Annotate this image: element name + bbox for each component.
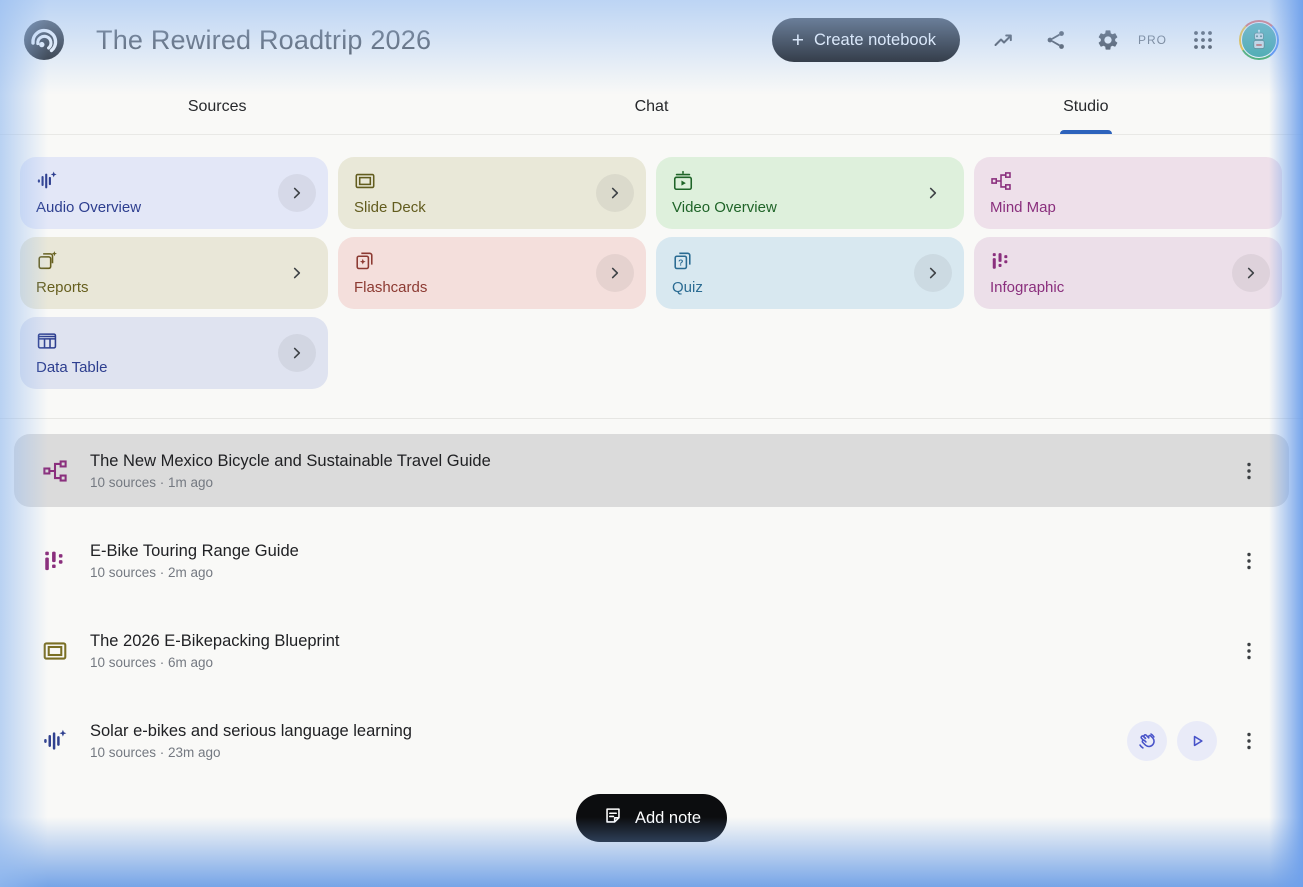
studio-tool-data-table[interactable]: Data Table (20, 317, 328, 389)
studio-tool-mind-map[interactable]: Mind Map (974, 157, 1282, 229)
open-data-table-chevron[interactable] (278, 334, 316, 372)
add-note-area: Add note (0, 794, 1303, 842)
audio-waveform-sparkle-icon (42, 728, 68, 754)
mind-map-icon (42, 458, 68, 484)
artifact-actions (1227, 541, 1263, 581)
artifact-title: Solar e-bikes and serious language learn… (90, 721, 412, 740)
studio-tool-audio-overview[interactable]: Audio Overview (20, 157, 328, 229)
studio-tool-video-overview[interactable]: Video Overview (656, 157, 964, 229)
artifact-actions (1227, 631, 1263, 671)
tool-label: Flashcards (354, 279, 428, 296)
open-audio-overview-chevron[interactable] (278, 174, 316, 212)
slide-deck-icon (42, 638, 68, 664)
active-tab-underline (1059, 130, 1112, 134)
artifact-text: E-Bike Touring Range Guide 10 sources · … (90, 541, 1227, 580)
artifact-meta: 10 sources · 1m ago (90, 475, 214, 491)
interactive-mode-icon[interactable] (1127, 720, 1167, 761)
open-flashcards-chevron[interactable] (596, 254, 634, 292)
open-video-overview-chevron[interactable] (914, 174, 952, 212)
artifact-actions (1127, 720, 1263, 761)
artifact-row-infographic[interactable]: E-Bike Touring Range Guide 10 sources · … (14, 524, 1289, 597)
artifact-text: Solar e-bikes and serious language learn… (90, 721, 1127, 760)
more-options-icon[interactable] (1235, 721, 1263, 761)
tab-studio[interactable]: Studio (869, 80, 1303, 134)
artifact-row-audio-overview[interactable]: Solar e-bikes and serious language learn… (14, 704, 1289, 777)
open-quiz-chevron[interactable] (914, 254, 952, 292)
settings-gear-icon[interactable] (1086, 18, 1130, 62)
data-table-icon (36, 330, 58, 352)
open-infographic-chevron[interactable] (1232, 254, 1270, 292)
user-avatar[interactable] (1239, 20, 1279, 60)
tool-label: Mind Map (990, 199, 1056, 216)
tab-sources[interactable]: Sources (0, 80, 434, 134)
slide-deck-icon (354, 170, 376, 192)
panel-tabs: Sources Chat Studio (0, 80, 1303, 135)
flashcards-icon (354, 250, 376, 272)
quiz-icon: ? (672, 250, 694, 272)
tab-studio-label: Studio (1063, 98, 1109, 115)
svg-text:?: ? (678, 257, 683, 267)
studio-tool-infographic[interactable]: Infographic (974, 237, 1282, 309)
more-options-icon[interactable] (1235, 541, 1263, 581)
studio-tool-reports[interactable]: Reports (20, 237, 328, 309)
tool-label: Slide Deck (354, 199, 426, 216)
tab-chat[interactable]: Chat (434, 80, 868, 134)
more-options-icon[interactable] (1235, 451, 1263, 491)
artifact-text: The New Mexico Bicycle and Sustainable T… (90, 451, 1227, 490)
share-icon[interactable] (1034, 18, 1078, 62)
infographic-icon (990, 250, 1012, 272)
artifact-title: The 2026 E-Bikepacking Blueprint (90, 631, 340, 650)
pro-badge: PRO (1137, 33, 1167, 47)
tool-label: Infographic (990, 279, 1065, 296)
report-sparkle-icon (36, 250, 58, 272)
artifact-row-slide-deck[interactable]: The 2026 E-Bikepacking Blueprint 10 sour… (14, 614, 1289, 687)
analytics-icon[interactable] (982, 18, 1026, 62)
more-options-icon[interactable] (1235, 631, 1263, 671)
avatar-robot-image (1241, 22, 1277, 58)
studio-tool-quiz[interactable]: ? Quiz (656, 237, 964, 309)
create-notebook-button[interactable]: + Create notebook (771, 18, 960, 62)
add-note-label: Add note (634, 808, 702, 827)
tool-label: Quiz (672, 279, 703, 296)
open-reports-chevron[interactable] (278, 254, 316, 292)
studio-artifacts-list: The New Mexico Bicycle and Sustainable T… (0, 419, 1303, 777)
tab-chat-label: Chat (634, 98, 669, 115)
artifact-meta: 10 sources · 2m ago (90, 565, 214, 581)
tool-label: Audio Overview (36, 199, 142, 216)
note-icon (602, 805, 624, 832)
notebooklm-logo-icon[interactable] (24, 20, 64, 60)
header-actions: + Create notebook PRO (771, 18, 1279, 62)
tool-label: Data Table (36, 359, 108, 376)
video-overview-icon (672, 170, 694, 192)
create-notebook-label: Create notebook (813, 30, 936, 49)
tool-label: Reports (36, 279, 89, 296)
open-slide-deck-chevron[interactable] (596, 174, 634, 212)
app-header: The Rewired Roadtrip 2026 + Create noteb… (0, 0, 1303, 80)
artifact-row-mind-map[interactable]: The New Mexico Bicycle and Sustainable T… (14, 434, 1289, 507)
artifact-actions (1227, 451, 1263, 491)
tab-sources-label: Sources (187, 98, 247, 115)
tool-label: Video Overview (672, 199, 777, 216)
add-note-button[interactable]: Add note (575, 794, 728, 842)
artifact-text: The 2026 E-Bikepacking Blueprint 10 sour… (90, 631, 1227, 670)
artifact-meta: 10 sources · 23m ago (90, 745, 221, 761)
audio-waveform-sparkle-icon (36, 170, 58, 192)
artifact-title: The New Mexico Bicycle and Sustainable T… (90, 451, 491, 470)
artifact-title: E-Bike Touring Range Guide (90, 541, 299, 560)
infographic-icon (42, 548, 68, 574)
mind-map-icon (990, 170, 1012, 192)
studio-tool-slide-deck[interactable]: Slide Deck (338, 157, 646, 229)
notebook-title[interactable]: The Rewired Roadtrip 2026 (96, 25, 431, 56)
studio-tool-flashcards[interactable]: Flashcards (338, 237, 646, 309)
artifact-meta: 10 sources · 6m ago (90, 655, 214, 671)
google-apps-grid-icon[interactable] (1181, 18, 1225, 62)
play-icon[interactable] (1177, 720, 1217, 761)
plus-icon: + (791, 28, 804, 52)
studio-tools-panel: Audio Overview Slide Deck Video Overview… (0, 135, 1303, 389)
